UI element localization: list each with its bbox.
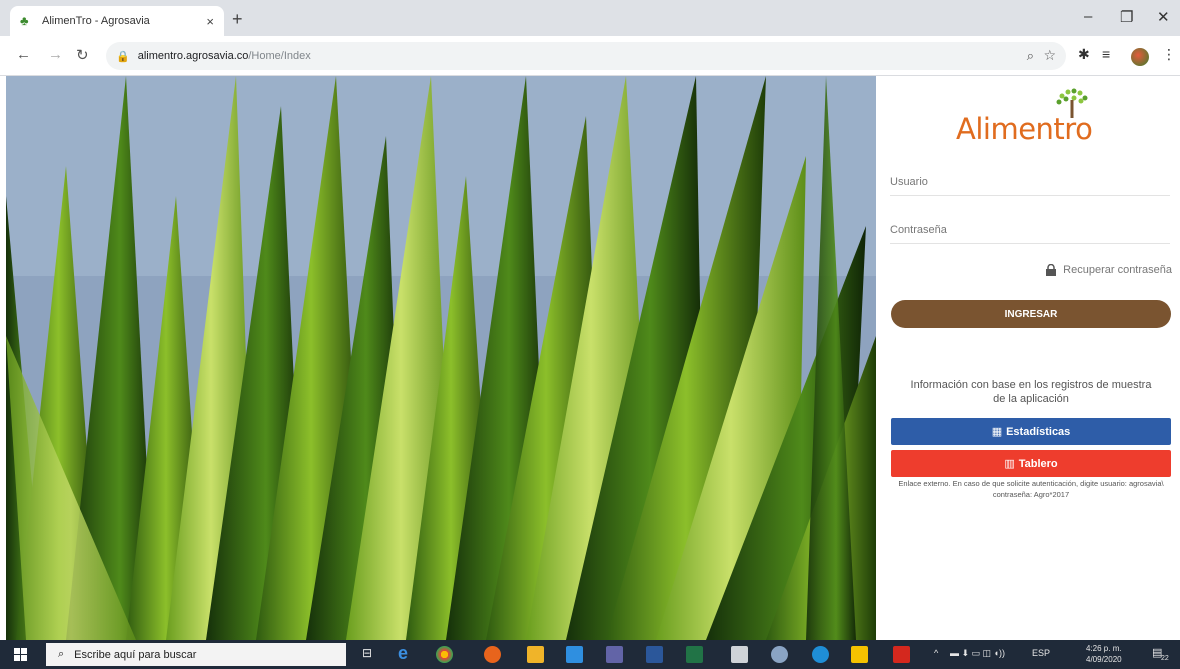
app-icon-4[interactable]: [606, 646, 623, 663]
tray-icons[interactable]: ▬ ⬇ ▭ ◫ ◖)): [950, 648, 1005, 659]
search-placeholder: Escribe aquí para buscar: [74, 648, 197, 661]
star-icon[interactable]: ☆: [1043, 47, 1056, 64]
browser-tab-strip: ♣ AlimenTro - Agrosavia × + – ❐ ✕: [0, 0, 1180, 36]
close-window-icon[interactable]: ✕: [1157, 8, 1170, 26]
url-host: alimentro.agrosavia.co: [137, 50, 249, 62]
language-indicator[interactable]: ESP: [1032, 648, 1050, 658]
external-link-note: Enlace externo. En caso de que solicite …: [898, 479, 1164, 499]
app-icon-1[interactable]: [484, 646, 501, 663]
taskbar-search[interactable]: ⌕ Escribe aquí para buscar: [46, 643, 346, 666]
profile-icon[interactable]: [1131, 48, 1149, 66]
ie-icon[interactable]: [812, 646, 829, 663]
browser-toolbar: ← → ↻ 🔒 alimentro.agrosavia.co/Home/Inde…: [0, 36, 1180, 76]
recover-password-link[interactable]: Recuperar contraseña: [1045, 264, 1172, 276]
app-logo: Alimentro: [956, 112, 1093, 146]
info-text: Información con base en los registros de…: [910, 379, 1152, 405]
minimize-icon[interactable]: –: [1084, 8, 1092, 25]
url-path: /Home/Index: [248, 50, 311, 62]
back-icon[interactable]: ←: [16, 46, 31, 63]
table-icon: ▦: [991, 426, 1003, 438]
calculator-icon[interactable]: [731, 646, 748, 663]
notification-count: 22: [1161, 655, 1169, 662]
recover-label: Recuperar contraseña: [1063, 264, 1172, 276]
taskview-icon[interactable]: ⊟: [362, 646, 372, 660]
tray-chevron-icon[interactable]: ^: [934, 648, 938, 658]
reload-icon[interactable]: ↻: [76, 46, 89, 64]
windows-icon[interactable]: [14, 648, 27, 661]
lock-icon: 🔒: [116, 50, 130, 63]
system-clock[interactable]: 4:26 p. m. 4/09/2020: [1086, 643, 1122, 665]
zoom-icon[interactable]: ⌕: [1027, 48, 1034, 64]
address-bar[interactable]: 🔒 alimentro.agrosavia.co/Home/Index ⌕ ☆: [106, 42, 1066, 70]
app-icon-2[interactable]: [527, 646, 544, 663]
lock-icon: [1046, 264, 1057, 276]
word-icon[interactable]: [646, 646, 663, 663]
app-icon-5[interactable]: [771, 646, 788, 663]
chart-icon: ▥: [1004, 458, 1015, 470]
excel-icon[interactable]: [686, 646, 703, 663]
statistics-label: Estadísticas: [1006, 425, 1071, 438]
favicon-icon: ♣: [20, 13, 29, 28]
menu-icon[interactable]: ⋮: [1162, 46, 1176, 63]
new-tab-button[interactable]: +: [232, 9, 243, 30]
tab-title: AlimenTro - Agrosavia: [42, 15, 150, 27]
pdf-icon[interactable]: [893, 646, 910, 663]
restore-icon[interactable]: ❐: [1120, 8, 1133, 26]
statistics-button[interactable]: ▦ Estadísticas: [891, 418, 1171, 445]
url-text: alimentro.agrosavia.co/Home/Index: [138, 50, 311, 62]
app-icon-6[interactable]: [851, 646, 868, 663]
hero-photo: [6, 76, 876, 640]
chrome-icon[interactable]: [436, 646, 453, 663]
extension-icon[interactable]: ✱: [1078, 46, 1090, 63]
search-icon: ⌕: [58, 648, 65, 660]
clock-date: 4/09/2020: [1086, 655, 1122, 664]
login-panel: Alimentro Usuario Contraseña Recuperar c…: [876, 76, 1180, 640]
windows-taskbar: ⌕ Escribe aquí para buscar ⊟ e ^ ▬ ⬇ ▭ ◫…: [0, 640, 1180, 669]
dashboard-label: Tablero: [1018, 457, 1058, 470]
forward-icon[interactable]: →: [48, 46, 63, 63]
tab-close-icon[interactable]: ×: [206, 14, 214, 29]
dashboard-button[interactable]: ▥ Tablero: [891, 450, 1171, 477]
clock-time: 4:26 p. m.: [1086, 644, 1122, 653]
grass-illustration: [6, 76, 876, 640]
app-icon-3[interactable]: [566, 646, 583, 663]
username-field[interactable]: Usuario: [890, 168, 1170, 196]
browser-tab[interactable]: ♣ AlimenTro - Agrosavia ×: [10, 6, 224, 36]
login-button[interactable]: INGRESAR: [891, 300, 1171, 328]
edge-icon[interactable]: e: [398, 643, 415, 663]
media-icon[interactable]: ≡: [1102, 46, 1110, 62]
password-field[interactable]: Contraseña: [890, 216, 1170, 244]
